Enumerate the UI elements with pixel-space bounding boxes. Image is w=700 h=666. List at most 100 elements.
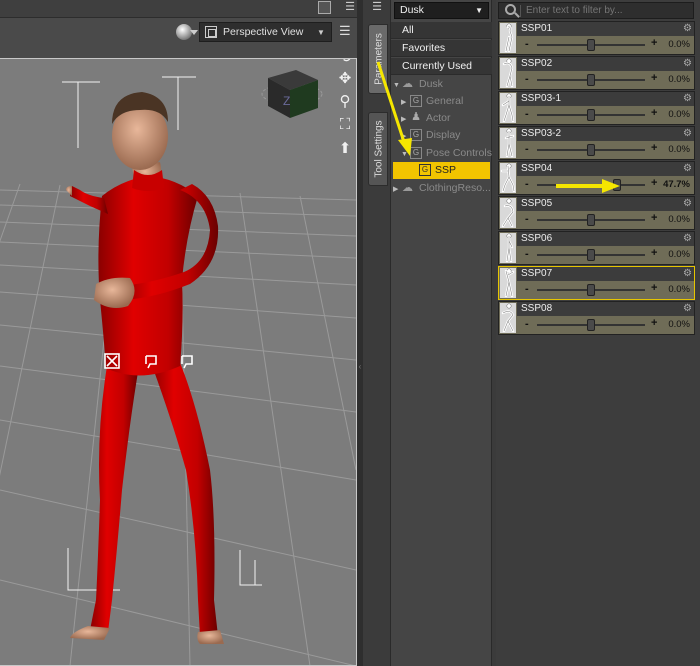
decrement-button[interactable]: - <box>525 178 529 190</box>
decrement-button[interactable]: - <box>525 283 529 295</box>
slider-handle[interactable] <box>587 284 595 296</box>
tree-item-actor[interactable]: ▶ ♟ Actor <box>391 110 492 127</box>
view-select[interactable]: Perspective View ▼ <box>199 22 332 42</box>
param-slider[interactable]: - +47.7% <box>517 176 694 194</box>
param-value[interactable]: 0.0% <box>668 144 690 155</box>
param-value[interactable]: 0.0% <box>668 214 690 225</box>
render-sphere-icon[interactable] <box>176 24 198 40</box>
viewport-menu-icon[interactable]: ☰ <box>339 24 353 38</box>
decrement-button[interactable]: - <box>525 318 529 330</box>
tab-tool-settings[interactable]: Tool Settings <box>368 112 388 186</box>
slider-handle[interactable] <box>612 179 621 191</box>
expand-triangle-icon[interactable]: ▼ <box>393 77 402 93</box>
param-row[interactable]: SSP03-2 ⚙ - +0.0% <box>498 126 695 160</box>
increment-button[interactable]: + <box>651 177 657 189</box>
collapse-triangle-icon[interactable]: ▶ <box>401 128 410 144</box>
slider-handle[interactable] <box>587 214 595 226</box>
param-row[interactable]: SSP01 ⚙ - +0.0% <box>498 21 695 55</box>
increment-button[interactable]: + <box>651 37 657 49</box>
param-row[interactable]: SSP04 ⚙ - +47.7% <box>498 161 695 195</box>
increment-button[interactable]: + <box>651 247 657 259</box>
filter-input[interactable] <box>526 5 686 16</box>
tree-item-pose-controls[interactable]: ▼ G Pose Controls <box>391 145 492 162</box>
gear-icon[interactable]: ⚙ <box>683 163 692 175</box>
tree-item-ssp[interactable]: G SSP <box>393 162 490 179</box>
filter-field[interactable] <box>498 2 694 19</box>
decrement-button[interactable]: - <box>525 108 529 120</box>
param-value[interactable]: 0.0% <box>668 109 690 120</box>
param-row[interactable]: SSP06 ⚙ - +0.0% <box>498 231 695 265</box>
param-value[interactable]: 0.0% <box>668 319 690 330</box>
filter-separator <box>520 5 521 17</box>
param-slider[interactable]: - +0.0% <box>517 71 694 89</box>
increment-button[interactable]: + <box>651 282 657 294</box>
slider-handle[interactable] <box>587 319 595 331</box>
param-row[interactable]: SSP08 ⚙ - +0.0% <box>498 301 695 335</box>
param-slider[interactable]: - +0.0% <box>517 106 694 124</box>
param-slider[interactable]: - +0.0% <box>517 36 694 54</box>
gear-icon[interactable]: ⚙ <box>683 58 692 70</box>
slider-handle[interactable] <box>587 39 595 51</box>
param-slider[interactable]: - +0.0% <box>517 281 694 299</box>
param-row[interactable]: SSP02 ⚙ - +0.0% <box>498 56 695 90</box>
collapse-triangle-icon[interactable]: ▶ <box>401 111 410 127</box>
decrement-button[interactable]: - <box>525 38 529 50</box>
tree-item-general[interactable]: ▶ G General <box>391 93 492 110</box>
tree-item-all[interactable]: All <box>391 22 492 39</box>
gear-icon[interactable]: ⚙ <box>683 303 692 315</box>
node-select[interactable]: Dusk ▼ <box>394 2 489 19</box>
tree-item-currently-used[interactable]: Currently Used <box>391 58 492 75</box>
collapse-triangle-icon[interactable]: ▶ <box>401 94 410 110</box>
tab-menu-icon[interactable]: ☰ <box>370 1 384 14</box>
slider-handle[interactable] <box>587 249 595 261</box>
param-value[interactable]: 0.0% <box>668 249 690 260</box>
gear-icon[interactable]: ⚙ <box>683 128 692 140</box>
decrement-button[interactable]: - <box>525 213 529 225</box>
tree-item-favorites[interactable]: Favorites <box>391 40 492 57</box>
param-value[interactable]: 47.7% <box>663 179 690 190</box>
slider-handle[interactable] <box>587 144 595 156</box>
increment-button[interactable]: + <box>651 212 657 224</box>
zoom-icon[interactable]: ⚲ <box>336 93 354 111</box>
gear-icon[interactable]: ⚙ <box>683 93 692 105</box>
param-value[interactable]: 0.0% <box>668 39 690 50</box>
tree-item-dusk[interactable]: ▼ ☁ Dusk <box>391 76 492 93</box>
gear-icon[interactable]: ⚙ <box>683 268 692 280</box>
figure-model[interactable] <box>66 92 224 644</box>
decrement-button[interactable]: - <box>525 143 529 155</box>
param-slider[interactable]: - +0.0% <box>517 316 694 334</box>
decrement-button[interactable]: - <box>525 248 529 260</box>
tree-item-display[interactable]: ▶ G Display <box>391 127 492 144</box>
param-value[interactable]: 0.0% <box>668 284 690 295</box>
expand-triangle-icon[interactable]: ▼ <box>401 146 410 162</box>
increment-button[interactable]: + <box>651 72 657 84</box>
slider-handle[interactable] <box>587 74 595 86</box>
frame-icon[interactable]: ⛶ <box>336 116 354 134</box>
increment-button[interactable]: + <box>651 317 657 329</box>
panel-menu-icon[interactable]: ☰ <box>343 1 357 14</box>
increment-button[interactable]: + <box>651 107 657 119</box>
up-arrow-icon[interactable]: ⬆ <box>336 140 354 158</box>
3d-viewport[interactable]: Z ✥ ⚲ ⛶ ⬆ <box>0 58 356 666</box>
gear-icon[interactable]: ⚙ <box>683 23 692 35</box>
decrement-button[interactable]: - <box>525 73 529 85</box>
gear-icon[interactable]: ⚙ <box>683 233 692 245</box>
param-row[interactable]: SSP07 ⚙ - +0.0% <box>498 266 695 300</box>
param-slider[interactable]: - +0.0% <box>517 211 694 229</box>
param-row[interactable]: SSP05 ⚙ - +0.0% <box>498 196 695 230</box>
slider-track[interactable] <box>537 184 645 186</box>
param-row[interactable]: SSP03-1 ⚙ - +0.0% <box>498 91 695 125</box>
tab-parameters[interactable]: Parameters <box>368 24 388 94</box>
param-slider[interactable]: - +0.0% <box>517 246 694 264</box>
collapse-triangle-icon[interactable]: ▶ <box>393 181 402 197</box>
gear-icon[interactable]: ⚙ <box>683 198 692 210</box>
param-value[interactable]: 0.0% <box>668 74 690 85</box>
param-slider[interactable]: - +0.0% <box>517 141 694 159</box>
pan-icon[interactable]: ✥ <box>336 70 354 88</box>
maximize-icon[interactable] <box>318 1 331 14</box>
tree-item-clothing[interactable]: ▶ ☁ ClothingReso... <box>391 180 492 197</box>
slider-handle[interactable] <box>587 109 595 121</box>
orbit-icon[interactable]: ⟲ <box>336 58 354 67</box>
view-cube[interactable]: Z <box>261 70 323 118</box>
increment-button[interactable]: + <box>651 142 657 154</box>
